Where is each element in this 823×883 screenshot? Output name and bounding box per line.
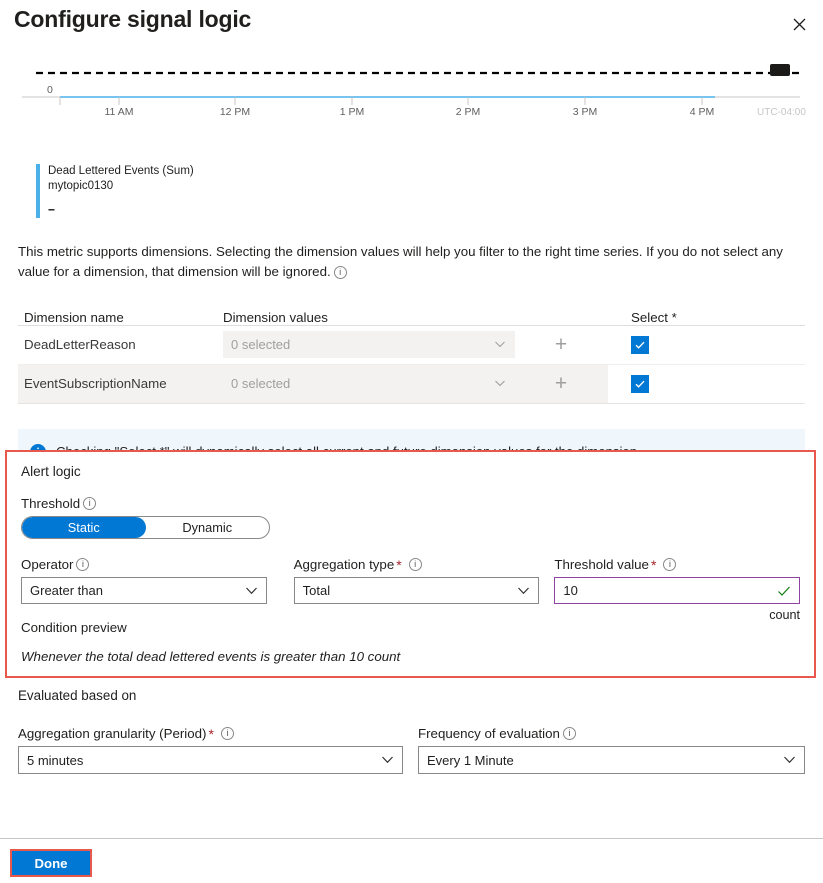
select-all-checkbox-deadletterreason[interactable] <box>631 335 649 354</box>
table-row: EventSubscriptionName 0 selected + <box>18 364 805 404</box>
dimension-values-selected-text: 0 selected <box>231 376 291 392</box>
evaluated-based-on-title: Evaluated based on <box>18 688 137 703</box>
threshold-type-toggle[interactable]: Static Dynamic <box>21 516 270 539</box>
svg-text:4 PM: 4 PM <box>690 106 715 118</box>
aggregation-granularity-field-group: Aggregation granularity (Period) * i 5 m… <box>18 726 403 774</box>
svg-text:11 AM: 11 AM <box>105 106 134 118</box>
legend-color-swatch <box>36 164 40 218</box>
threshold-value-input[interactable]: 10 <box>554 577 801 604</box>
aggregation-type-field-group: Aggregation type * i Total <box>293 556 540 622</box>
frequency-of-evaluation-select[interactable]: Every 1 Minute <box>418 746 805 774</box>
frequency-of-evaluation-field-group: Frequency of evaluation i Every 1 Minute <box>418 726 805 774</box>
info-icon[interactable]: i <box>76 558 90 571</box>
table-header-row: Dimension name Dimension values Select * <box>18 298 805 326</box>
dimension-values-dropdown-deadletterreason[interactable]: 0 selected <box>223 331 515 359</box>
info-icon[interactable]: i <box>333 265 347 279</box>
close-icon[interactable] <box>783 8 815 40</box>
threshold-type-option-static[interactable]: Static <box>22 517 146 538</box>
y-tick-label: 0 <box>47 84 53 96</box>
aggregation-type-value: Total <box>302 583 331 598</box>
chevron-down-icon <box>517 584 530 600</box>
check-icon <box>635 380 645 388</box>
svg-text:3 PM: 3 PM <box>573 106 598 118</box>
chevron-down-icon <box>381 753 394 769</box>
dimension-values-dropdown-eventsubscriptionname[interactable]: 0 selected <box>223 370 515 398</box>
threshold-type-option-dynamic[interactable]: Dynamic <box>146 517 270 538</box>
check-icon <box>635 341 645 349</box>
info-icon[interactable]: i <box>83 497 97 510</box>
panel-header: Configure signal logic <box>0 0 823 48</box>
threshold-label-group: Threshold i <box>21 496 800 511</box>
required-asterisk: * <box>396 556 402 573</box>
page-title: Configure signal logic <box>14 6 252 32</box>
close-glyph <box>793 18 805 30</box>
aggregation-granularity-select[interactable]: 5 minutes <box>18 746 403 774</box>
legend-metric-name: Dead Lettered Events (Sum) <box>48 165 194 177</box>
legend-resource-name: mytopic0130 <box>48 179 114 192</box>
x-tick-labels: 11 AM 12 PM 1 PM 2 PM 3 PM 4 PM <box>105 106 715 118</box>
chevron-down-icon <box>783 753 796 769</box>
table-row: DeadLetterReason 0 selected + <box>18 326 805 365</box>
alert-logic-title: Alert logic <box>21 464 81 479</box>
select-all-cell-deadletterreason <box>608 326 805 364</box>
condition-preview-text: Whenever the total dead lettered events … <box>21 649 401 664</box>
threshold-label: Threshold <box>21 496 81 511</box>
threshold-value-text: 10 <box>563 583 578 598</box>
metric-chart: 0 11 AM 12 PM 1 PM 2 PM 3 PM 4 PM UTC-04… <box>0 56 823 218</box>
column-header-dimension-values: Dimension values <box>223 309 328 325</box>
footer-divider <box>0 838 823 839</box>
add-dimension-value-button-deadletterreason[interactable]: + <box>548 332 574 358</box>
threshold-handle <box>770 64 790 76</box>
aggregation-granularity-value: 5 minutes <box>27 752 84 768</box>
done-button-highlight: Done <box>10 849 92 877</box>
aggregation-granularity-label: Aggregation granularity (Period) <box>18 726 207 741</box>
threshold-unit-label: count <box>769 608 801 622</box>
add-dimension-value-button-eventsubscriptionname[interactable]: + <box>548 371 574 397</box>
threshold-value-label: Threshold value <box>554 557 649 572</box>
info-icon[interactable]: i <box>562 727 576 740</box>
legend-current-value: -- <box>48 202 55 217</box>
column-header-dimension-name: Dimension name <box>24 309 124 325</box>
operator-value: Greater than <box>30 583 103 598</box>
info-icon[interactable]: i <box>408 558 422 571</box>
operator-select[interactable]: Greater than <box>21 577 267 604</box>
done-button[interactable]: Done <box>12 851 90 875</box>
condition-preview-label: Condition preview <box>21 620 127 635</box>
aggregation-type-label: Aggregation type <box>293 557 395 572</box>
chevron-down-icon <box>245 584 258 600</box>
dimension-name-deadletterreason: DeadLetterReason <box>24 337 136 353</box>
aggregation-type-select[interactable]: Total <box>293 577 540 604</box>
required-asterisk: * <box>650 556 657 573</box>
operator-label: Operator <box>21 557 74 572</box>
chevron-down-icon <box>494 338 506 353</box>
evaluated-based-on-section: Evaluated based on Aggregation granulari… <box>18 688 805 774</box>
alert-logic-section: Alert logic Threshold i Static Dynamic O… <box>5 450 816 678</box>
column-header-select: Select * <box>631 309 677 325</box>
required-asterisk: * <box>208 725 214 742</box>
dimension-values-selected-text: 0 selected <box>231 337 291 353</box>
info-icon[interactable]: i <box>220 727 234 740</box>
valid-check-icon <box>777 584 791 601</box>
svg-text:2 PM: 2 PM <box>456 106 481 118</box>
threshold-value-field-group: Threshold value * i 10 count <box>554 556 801 622</box>
select-all-checkbox-eventsubscriptionname[interactable] <box>631 374 649 393</box>
dimensions-description-text: This metric supports dimensions. Selecti… <box>18 244 783 279</box>
alert-logic-fields-row: Operator i Greater than Aggregation type… <box>21 556 801 622</box>
frequency-of-evaluation-value: Every 1 Minute <box>427 752 514 768</box>
configure-signal-logic-panel: Configure signal logic 0 11 AM 12 PM 1 P… <box>0 0 823 883</box>
svg-text:1 PM: 1 PM <box>340 106 365 118</box>
svg-text:12 PM: 12 PM <box>220 106 250 118</box>
select-all-cell-eventsubscriptionname <box>608 364 805 403</box>
frequency-of-evaluation-label: Frequency of evaluation <box>418 726 560 741</box>
chart-timezone-label: UTC-04:00 <box>757 107 806 118</box>
dimensions-table: Dimension name Dimension values Select *… <box>18 298 805 404</box>
dimension-name-eventsubscriptionname: EventSubscriptionName <box>24 376 167 392</box>
operator-field-group: Operator i Greater than <box>21 557 267 622</box>
chart-canvas: 0 11 AM 12 PM 1 PM 2 PM 3 PM 4 PM UTC-04… <box>22 64 806 118</box>
chart-legend[interactable]: Dead Lettered Events (Sum) mytopic0130 -… <box>36 164 194 218</box>
chevron-down-icon <box>494 377 506 392</box>
dimensions-description: This metric supports dimensions. Selecti… <box>18 242 805 282</box>
info-icon[interactable]: i <box>663 558 677 571</box>
